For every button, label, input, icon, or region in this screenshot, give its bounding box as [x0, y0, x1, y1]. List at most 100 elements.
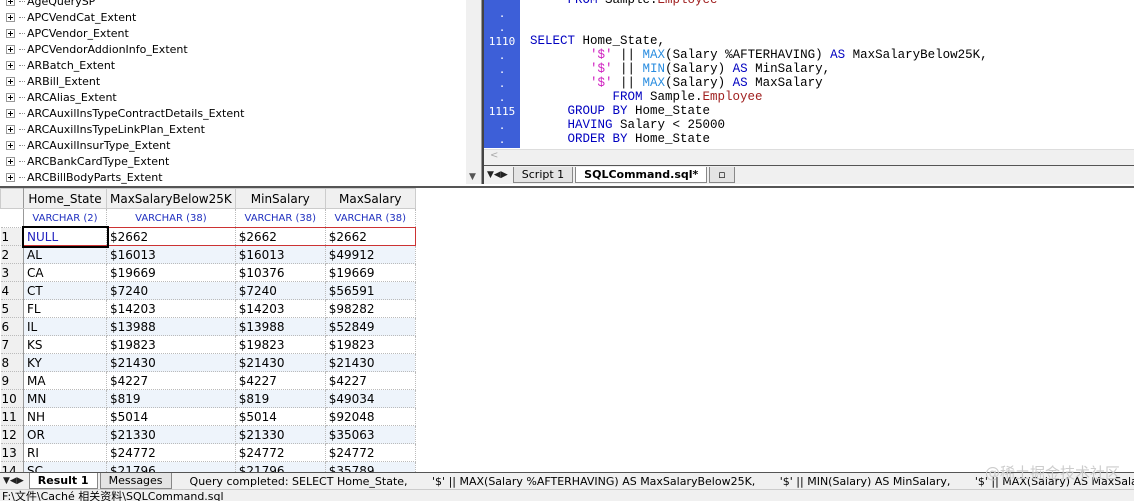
expand-icon[interactable]: [6, 156, 15, 166]
table-cell[interactable]: NH: [23, 407, 107, 426]
table-cell[interactable]: MN: [23, 389, 107, 408]
tab-nav-arrows[interactable]: ▼◀▶: [484, 170, 511, 180]
table-row[interactable]: 10 MN $819 $819 $49034: [0, 389, 416, 408]
table-cell[interactable]: RI: [23, 443, 107, 462]
expand-icon[interactable]: [6, 76, 15, 86]
expand-icon[interactable]: [6, 28, 15, 38]
table-cell[interactable]: $7240: [235, 281, 326, 300]
column-header[interactable]: MaxSalary: [324, 188, 416, 209]
tree-item[interactable]: ARCAuxilInsurType_Extent: [6, 137, 170, 153]
table-row[interactable]: 11 NH $5014 $5014 $92048: [0, 407, 416, 426]
column-header[interactable]: MaxSalaryBelow25K: [106, 188, 236, 209]
table-cell[interactable]: $819: [235, 389, 326, 408]
table-cell[interactable]: $24772: [106, 443, 236, 462]
table-cell[interactable]: $14203: [235, 299, 326, 318]
table-cell[interactable]: CT: [23, 281, 107, 300]
tree-item[interactable]: ARCBillBodyParts_Extent: [6, 169, 163, 184]
table-row[interactable]: 7 KS $19823 $19823 $19823: [0, 335, 416, 354]
table-cell[interactable]: AL: [23, 245, 107, 264]
table-row[interactable]: 12 OR $21330 $21330 $35063: [0, 425, 416, 444]
table-cell[interactable]: $21430: [106, 353, 236, 372]
sql-editor[interactable]: .. 1110.... 1115.. FROM Sample.Employee SE…: [482, 0, 1134, 184]
table-cell[interactable]: $35063: [325, 425, 416, 444]
expand-icon[interactable]: [6, 124, 15, 134]
table-cell[interactable]: $5014: [235, 407, 326, 426]
table-cell[interactable]: $7240: [106, 281, 236, 300]
table-cell[interactable]: $56591: [325, 281, 416, 300]
tree-item[interactable]: ARCBankCardType_Extent: [6, 153, 169, 169]
expand-icon[interactable]: [6, 172, 15, 182]
table-cell[interactable]: $21430: [235, 353, 326, 372]
table-cell[interactable]: FL: [23, 299, 107, 318]
table-cell[interactable]: $14203: [106, 299, 236, 318]
table-cell[interactable]: $19669: [325, 263, 416, 282]
table-cell[interactable]: $13988: [235, 317, 326, 336]
table-cell[interactable]: $21430: [325, 353, 416, 372]
table-cell[interactable]: $98282: [325, 299, 416, 318]
table-row[interactable]: 6 IL $13988 $13988 $52849: [0, 317, 416, 336]
table-cell[interactable]: $19823: [106, 335, 236, 354]
tab-nav-arrows[interactable]: ▼◀▶: [0, 476, 27, 486]
table-cell[interactable]: $49034: [325, 389, 416, 408]
table-cell[interactable]: NULL: [21, 225, 109, 248]
table-cell[interactable]: IL: [23, 317, 107, 336]
table-cell[interactable]: $16013: [106, 245, 236, 264]
table-cell[interactable]: $21330: [235, 425, 326, 444]
table-cell[interactable]: $19823: [235, 335, 326, 354]
table-cell[interactable]: $21330: [106, 425, 236, 444]
table-cell[interactable]: $19823: [325, 335, 416, 354]
tree-item[interactable]: APCVendCat_Extent: [6, 9, 136, 25]
tree-scrollbar[interactable]: ▼: [466, 0, 481, 184]
table-row[interactable]: 2 AL $16013 $16013 $49912: [0, 245, 416, 264]
table-cell[interactable]: $24772: [325, 443, 416, 462]
table-cell[interactable]: $819: [106, 389, 236, 408]
table-cell[interactable]: $4227: [106, 371, 236, 390]
tree-item[interactable]: ARCAuxilInsTypeContractDetails_Extent: [6, 105, 244, 121]
tree-item[interactable]: ARCAuxilInsTypeLinkPlan_Extent: [6, 121, 205, 137]
table-row[interactable]: 8 KY $21430 $21430 $21430: [0, 353, 416, 372]
tree-item[interactable]: APCVendor_Extent: [6, 25, 129, 41]
column-header[interactable]: Home_State: [23, 188, 107, 209]
table-cell[interactable]: $19669: [106, 263, 236, 282]
table-row[interactable]: 3 CA $19669 $10376 $19669: [0, 263, 416, 282]
table-cell[interactable]: $2662: [325, 227, 416, 246]
tab-sqlcommand[interactable]: SQLCommand.sql*: [575, 167, 708, 183]
table-cell[interactable]: $13988: [106, 317, 236, 336]
object-tree[interactable]: AgeQuerySP APCVendCat_Extent APCVendor_Ext…: [0, 0, 482, 184]
column-header[interactable]: MinSalary: [234, 188, 326, 209]
table-cell[interactable]: $16013: [235, 245, 326, 264]
table-row[interactable]: 4 CT $7240 $7240 $56591: [0, 281, 416, 300]
expand-icon[interactable]: [6, 0, 15, 6]
table-cell[interactable]: $49912: [325, 245, 416, 264]
expand-icon[interactable]: [6, 44, 15, 54]
table-row[interactable]: 1 NULL $2662 $2662 $2662: [0, 225, 416, 248]
editor-hscrollbar[interactable]: <: [484, 149, 1134, 165]
tab-script-1[interactable]: Script 1: [512, 167, 574, 183]
tree-item[interactable]: ARBatch_Extent: [6, 57, 115, 73]
table-cell[interactable]: $2662: [235, 227, 326, 246]
table-cell[interactable]: $4227: [235, 371, 326, 390]
tree-item[interactable]: ARCAlias_Extent: [6, 89, 117, 105]
expand-icon[interactable]: [6, 92, 15, 102]
table-cell[interactable]: $2662: [106, 227, 236, 246]
table-cell[interactable]: $4227: [325, 371, 416, 390]
chevron-down-icon[interactable]: ▼: [469, 172, 476, 182]
table-row[interactable]: 13 RI $24772 $24772 $24772: [0, 443, 416, 462]
table-cell[interactable]: KY: [23, 353, 107, 372]
tree-item[interactable]: AgeQuerySP: [6, 0, 95, 9]
expand-icon[interactable]: [6, 140, 15, 150]
table-cell[interactable]: OR: [23, 425, 107, 444]
table-row[interactable]: 9 MA $4227 $4227 $4227: [0, 371, 416, 390]
expand-icon[interactable]: [6, 12, 15, 22]
new-tab-icon[interactable]: ▫: [709, 167, 735, 183]
tree-item[interactable]: APCVendorAddionInfo_Extent: [6, 41, 188, 57]
table-cell[interactable]: MA: [23, 371, 107, 390]
results-grid[interactable]: Home_State MaxSalaryBelow25K MinSalary MaxS…: [0, 186, 1134, 473]
expand-icon[interactable]: [6, 60, 15, 70]
table-cell[interactable]: $24772: [235, 443, 326, 462]
table-cell[interactable]: $10376: [235, 263, 326, 282]
table-cell[interactable]: KS: [23, 335, 107, 354]
table-cell[interactable]: $52849: [325, 317, 416, 336]
table-cell[interactable]: $5014: [106, 407, 236, 426]
tree-item[interactable]: ARBill_Extent: [6, 73, 100, 89]
